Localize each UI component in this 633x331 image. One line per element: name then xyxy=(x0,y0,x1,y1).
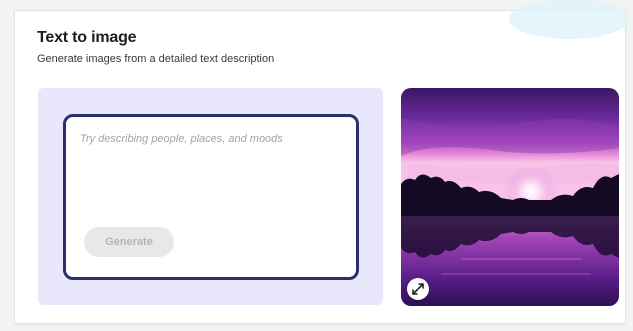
expand-icon xyxy=(412,283,424,295)
prompt-box[interactable]: Generate xyxy=(63,114,359,280)
card-subtitle: Generate images from a detailed text des… xyxy=(37,53,275,65)
sunset-lake-image xyxy=(401,88,619,306)
corner-decoration xyxy=(509,0,629,39)
preview-image[interactable] xyxy=(401,88,619,306)
expand-button[interactable] xyxy=(407,278,429,300)
generate-button[interactable]: Generate xyxy=(84,227,174,257)
text-to-image-card: Text to image Generate images from a det… xyxy=(14,0,629,324)
prompt-input[interactable] xyxy=(80,133,342,203)
prompt-panel: Generate xyxy=(38,88,383,305)
page: Text to image Generate images from a det… xyxy=(0,0,633,331)
card-title: Text to image xyxy=(37,29,137,46)
